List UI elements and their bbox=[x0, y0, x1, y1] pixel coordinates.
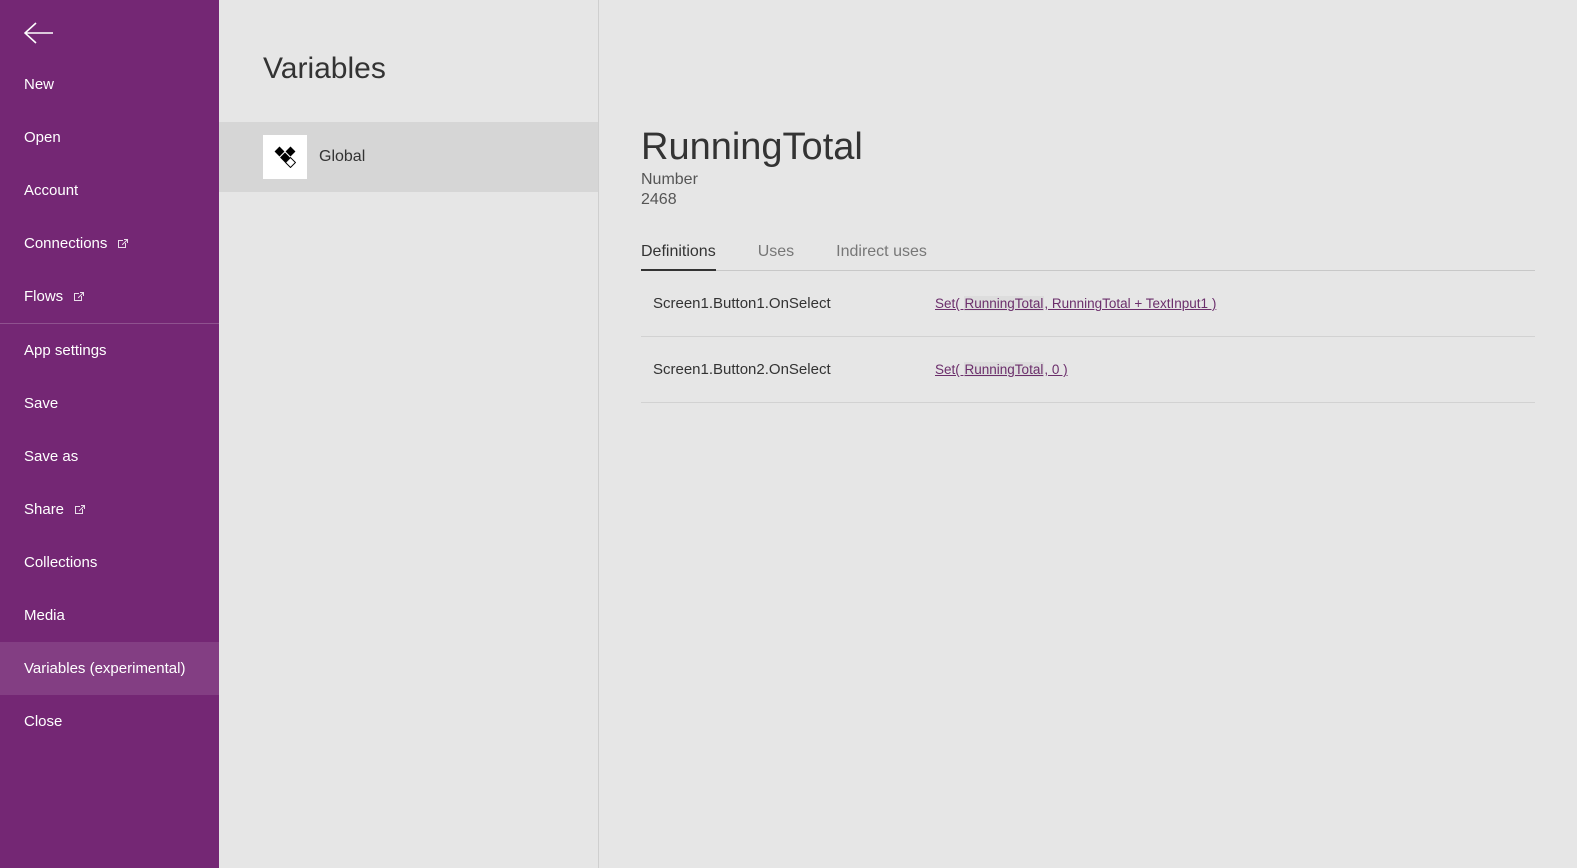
variable-value: 2468 bbox=[641, 191, 1535, 209]
variable-tabs: Definitions Uses Indirect uses bbox=[641, 243, 1535, 271]
nav-item-label: Variables (experimental) bbox=[24, 660, 185, 677]
nav-item-account[interactable]: Account bbox=[0, 164, 219, 217]
variable-name: RunningTotal bbox=[641, 126, 1535, 169]
nav-item-connections[interactable]: Connections bbox=[0, 217, 219, 270]
nav-item-label: Save as bbox=[24, 448, 78, 465]
nav-item-label: New bbox=[24, 76, 54, 93]
definition-row: Screen1.Button1.OnSelect Set( RunningTota… bbox=[641, 271, 1535, 337]
nav-item-label: Connections bbox=[24, 235, 107, 252]
nav-item-label: Share bbox=[24, 501, 64, 518]
nav-item-save[interactable]: Save bbox=[0, 377, 219, 430]
nav-item-label: Media bbox=[24, 607, 65, 624]
nav-item-label: Close bbox=[24, 713, 62, 730]
nav-item-label: Collections bbox=[24, 554, 97, 571]
nav-item-save-as[interactable]: Save as bbox=[0, 430, 219, 483]
formula-highlight: RunningTotal bbox=[964, 362, 1045, 377]
external-link-icon bbox=[72, 290, 85, 303]
file-menu-sidebar: New Open Account Connections Flows App settin… bbox=[0, 0, 219, 868]
tab-uses[interactable]: Uses bbox=[758, 243, 794, 270]
back-button[interactable] bbox=[0, 0, 219, 58]
scope-global[interactable]: Global bbox=[219, 122, 598, 192]
definition-source: Screen1.Button2.OnSelect bbox=[653, 361, 915, 378]
variables-scope-panel: Variables Global bbox=[219, 0, 599, 868]
formula-highlight: RunningTotal bbox=[964, 296, 1045, 311]
tab-indirect-uses[interactable]: Indirect uses bbox=[836, 243, 927, 270]
external-link-icon bbox=[73, 503, 86, 516]
definition-source: Screen1.Button1.OnSelect bbox=[653, 295, 915, 312]
global-icon bbox=[263, 135, 307, 179]
nav-item-open[interactable]: Open bbox=[0, 111, 219, 164]
variables-title: Variables bbox=[219, 0, 598, 122]
nav-item-label: Flows bbox=[24, 288, 63, 305]
variable-type: Number bbox=[641, 171, 1535, 189]
nav-item-label: Open bbox=[24, 129, 61, 146]
nav-item-label: App settings bbox=[24, 342, 107, 359]
nav-item-collections[interactable]: Collections bbox=[0, 536, 219, 589]
tab-definitions[interactable]: Definitions bbox=[641, 243, 716, 271]
external-link-icon bbox=[116, 237, 129, 250]
nav-item-label: Account bbox=[24, 182, 78, 199]
definition-formula-link[interactable]: Set( RunningTotal, RunningTotal + TextIn… bbox=[935, 296, 1216, 311]
scope-label: Global bbox=[319, 148, 365, 166]
nav-item-variables-experimental-[interactable]: Variables (experimental) bbox=[0, 642, 219, 695]
nav-item-flows[interactable]: Flows bbox=[0, 270, 219, 323]
nav-item-close[interactable]: Close bbox=[0, 695, 219, 748]
nav-item-new[interactable]: New bbox=[0, 58, 219, 111]
nav-item-label: Save bbox=[24, 395, 58, 412]
definition-formula-link[interactable]: Set( RunningTotal, 0 ) bbox=[935, 362, 1068, 377]
nav-item-app-settings[interactable]: App settings bbox=[0, 323, 219, 377]
nav-item-share[interactable]: Share bbox=[0, 483, 219, 536]
variable-detail-panel: RunningTotal Number 2468 Definitions Use… bbox=[599, 0, 1577, 868]
definition-row: Screen1.Button2.OnSelect Set( RunningTota… bbox=[641, 337, 1535, 403]
nav-item-media[interactable]: Media bbox=[0, 589, 219, 642]
arrow-left-icon bbox=[24, 22, 54, 44]
